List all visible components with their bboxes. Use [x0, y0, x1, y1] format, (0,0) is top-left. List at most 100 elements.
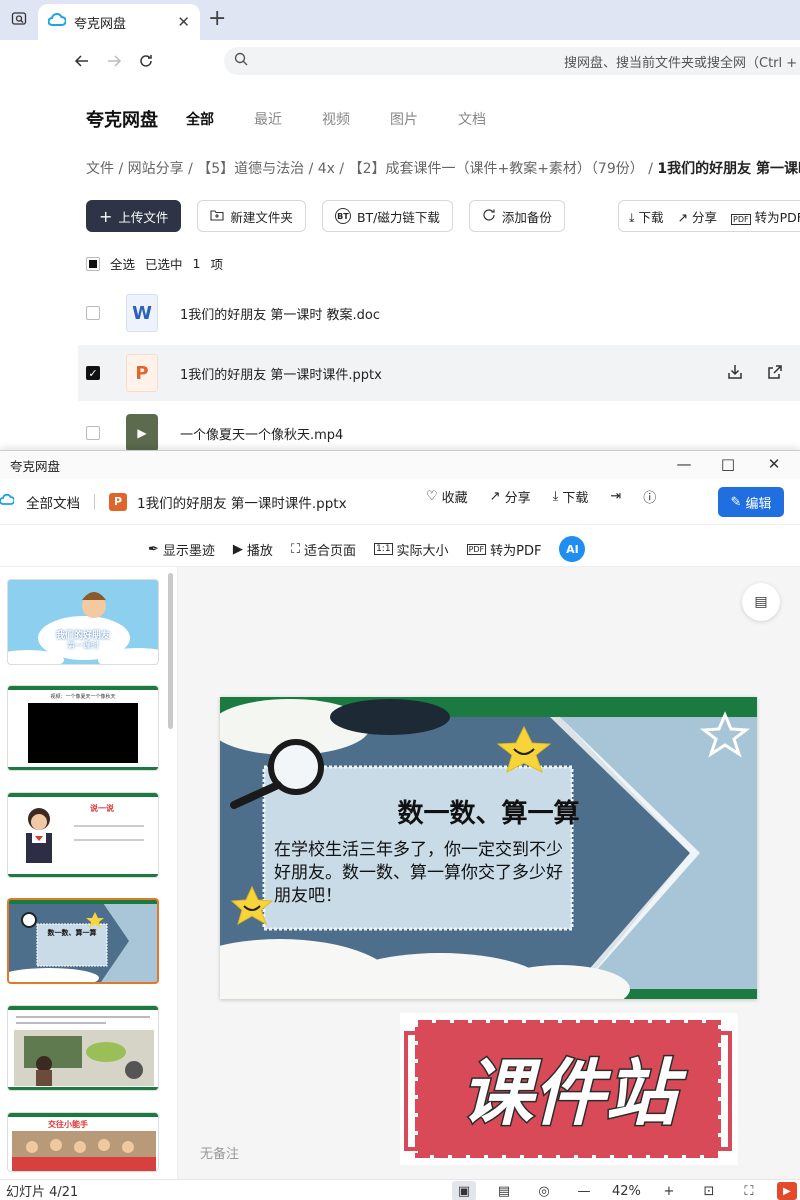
tab-search-icon[interactable]	[6, 7, 32, 31]
new-tab-button[interactable]: +	[208, 6, 226, 31]
slide-thumb-1[interactable]: 我们的好朋友 第一课时	[7, 579, 159, 665]
share-icon: ↗	[677, 209, 689, 225]
file-name[interactable]: 1我们的好朋友 第一课时课件.pptx	[180, 364, 382, 383]
upload-button[interactable]: + 上传文件	[86, 200, 182, 232]
maximize-icon[interactable]: □	[718, 455, 738, 473]
nav-images[interactable]: 图片	[390, 109, 458, 129]
all-docs-link[interactable]: 全部文档	[26, 492, 80, 512]
row-share-icon[interactable]	[766, 363, 784, 385]
slide-thumb-1-art	[8, 580, 158, 664]
share-action[interactable]: ↗ 分享	[678, 207, 717, 226]
back-arrow-icon[interactable]	[70, 49, 94, 73]
slide-to-text-icon[interactable]: ▤	[742, 583, 780, 621]
selected-count: 1	[192, 256, 201, 271]
ppt-file-icon: P	[109, 492, 127, 511]
viewer-toolbar-items: ✒ 显示墨迹 ▶ 播放 ⛶ 适合页面 1:1 实际大小 PDF 转为PDF AI	[148, 536, 586, 562]
download-button[interactable]: ⤓ 下载	[553, 487, 589, 506]
fit-screen-icon[interactable]: ⊡	[697, 1181, 721, 1200]
new-folder-button[interactable]: 新建文件夹	[197, 200, 306, 232]
favorite-button[interactable]: ♡ 收藏	[426, 487, 468, 506]
share-button[interactable]: ↗ 分享	[490, 487, 531, 506]
row-download-icon[interactable]	[726, 363, 744, 385]
to-pdf-label: 转为PDF	[490, 543, 542, 559]
ai-assistant-button[interactable]: AI	[559, 536, 586, 562]
file-checkbox-checked[interactable]: ✓	[86, 366, 100, 380]
normal-view-icon[interactable]: ▣	[452, 1181, 476, 1200]
selection-actions: ⤓ 下载 ↗ 分享 PDF 转为PDF	[618, 200, 800, 232]
add-backup-button[interactable]: 添加备份	[468, 200, 565, 232]
plus-icon: +	[99, 206, 113, 226]
slide-title: 数一数、算一算	[397, 799, 580, 829]
forward-arrow-icon[interactable]	[102, 49, 126, 73]
slide-thumb-6-photo	[12, 1131, 156, 1171]
thumbnail-scrollbar[interactable]	[168, 573, 173, 729]
edit-button[interactable]: ✎ 编辑	[718, 487, 784, 517]
slide-thumb-2[interactable]: 视频：一个像夏天一个像秋天	[7, 685, 159, 771]
fit-page-label: 适合页面	[304, 543, 357, 559]
nav-all[interactable]: 全部	[186, 109, 254, 129]
slideshow-icon[interactable]: ▶	[776, 1182, 797, 1200]
actual-size-button[interactable]: 1:1 实际大小	[374, 540, 449, 559]
show-ink-button[interactable]: ✒ 显示墨迹	[148, 540, 215, 559]
nav-docs[interactable]: 文档	[458, 109, 526, 129]
viewer-body: 我们的好朋友 第一课时 视频：一个像夏天一个像秋天 说一说 数一数、算一算 交往…	[0, 567, 800, 1179]
thumb-green-bar	[8, 1006, 158, 1010]
zoom-level: 42%	[612, 1183, 641, 1199]
file-row[interactable]: W 1我们的好朋友 第一课时 教案.doc	[78, 285, 800, 341]
viewer-titlebar: 夸克网盘 — □ ✕	[0, 451, 800, 479]
zoom-in-icon[interactable]: +	[657, 1181, 681, 1200]
nav-recent[interactable]: 最近	[254, 109, 322, 129]
search-input[interactable]: 搜网盘、搜当前文件夹或搜全网（Ctrl + F）	[224, 47, 800, 75]
slide-thumb-6[interactable]: 交往小能手	[7, 1112, 159, 1172]
fullscreen-icon[interactable]: ⛶	[737, 1181, 761, 1200]
selected-prefix: 已选中	[145, 257, 183, 272]
action-bar: + 上传文件 新建文件夹 BT BT/磁力链下载 添加备份	[86, 200, 565, 232]
slide-thumb-4-art	[9, 900, 157, 982]
file-row-selected[interactable]: ✓ P 1我们的好朋友 第一课时课件.pptx	[78, 345, 800, 401]
slide-thumb-5[interactable]	[7, 1005, 159, 1091]
address-bar: 搜网盘、搜当前文件夹或搜全网（Ctrl + F）	[0, 40, 800, 82]
zoom-out-icon[interactable]: —	[572, 1181, 596, 1200]
share-label: 分享	[504, 491, 531, 506]
reload-icon[interactable]	[134, 49, 158, 73]
watermark-text: 课件站	[461, 1051, 687, 1135]
slide-thumb-3[interactable]: 说一说	[7, 792, 159, 878]
report-button[interactable]: ⓘ	[643, 487, 656, 506]
play-button[interactable]: ▶ 播放	[233, 540, 273, 559]
select-all-checkbox[interactable]	[86, 256, 100, 271]
search-icon	[234, 52, 248, 70]
breadcrumb-path[interactable]: 文件 / 网站分享 / 【5】道德与法治 / 4x / 【2】成套课件一（课件+…	[86, 161, 657, 177]
bt-download-button[interactable]: BT BT/磁力链下载	[321, 200, 453, 232]
download-action[interactable]: ⤓ 下载	[629, 207, 664, 226]
globe-icon[interactable]: ◎	[532, 1181, 556, 1200]
cloud-logo-icon	[0, 493, 16, 511]
thumb-text-line	[74, 839, 144, 841]
girl-illustration	[26, 808, 52, 863]
file-checkbox[interactable]	[86, 426, 100, 440]
tab-close-icon[interactable]: ✕	[177, 13, 190, 31]
pencil-icon: ✎	[730, 494, 742, 510]
browser-tab-active[interactable]: 夸克网盘 ✕	[38, 4, 200, 40]
to-pdf-action[interactable]: PDF 转为PDF	[731, 207, 800, 226]
thumb-green-bar	[8, 767, 158, 770]
row-tools	[726, 363, 784, 385]
download-icon: ⤓	[629, 209, 635, 225]
open-external-button[interactable]: ⇥	[610, 489, 621, 504]
file-name[interactable]: 1我们的好朋友 第一课时 教案.doc	[180, 304, 380, 323]
file-checkbox[interactable]	[86, 306, 100, 320]
close-icon[interactable]: ✕	[764, 455, 784, 473]
notes-view-icon[interactable]: ▤	[492, 1181, 516, 1200]
select-all-label[interactable]: 全选	[110, 254, 135, 273]
slide-thumb-3-title: 说一说	[90, 804, 114, 813]
to-pdf-button[interactable]: PDF 转为PDF	[466, 540, 542, 559]
viewer-status-bar: 幻灯片 4/21 ▣ ▤ ◎ — 42% + ⊡ ⛶ ▶	[0, 1179, 800, 1200]
file-name[interactable]: 一个像夏天一个像秋天.mp4	[180, 424, 343, 443]
fit-page-button[interactable]: ⛶ 适合页面	[291, 540, 356, 559]
minimize-icon[interactable]: —	[674, 455, 694, 473]
nav-video[interactable]: 视频	[322, 109, 390, 129]
slide-thumb-4-active[interactable]: 数一数、算一算	[7, 898, 159, 984]
selected-suffix: 项	[210, 257, 223, 272]
download-icon: ⤓	[552, 489, 559, 504]
selection-row: 全选 已选中 1 项	[86, 254, 223, 273]
thumb-text-line	[16, 1022, 106, 1024]
